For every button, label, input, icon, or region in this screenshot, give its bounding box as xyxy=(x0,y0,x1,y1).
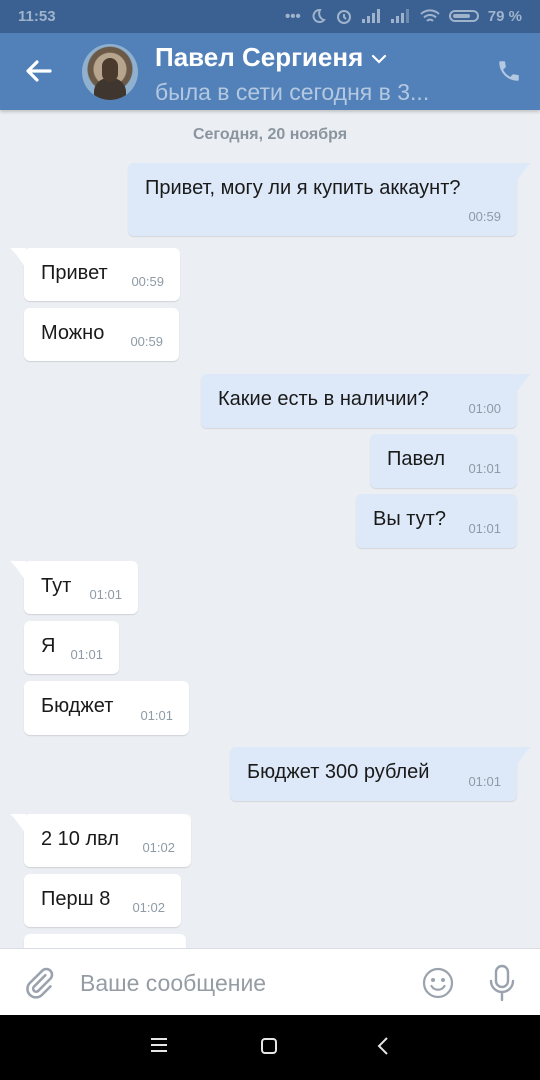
message-time: 01:01 xyxy=(468,461,501,476)
battery-percent: 79 % xyxy=(487,7,522,25)
status-time: 11:53 xyxy=(18,8,56,25)
message-time: 01:01 xyxy=(468,521,501,536)
message-time: 01:00 xyxy=(468,401,501,416)
message-time: 01:01 xyxy=(70,647,103,662)
incoming-message[interactable]: Тут 01:01 xyxy=(24,561,138,614)
message-time: 01:02 xyxy=(142,840,175,855)
incoming-message[interactable]: Можно 00:59 xyxy=(24,308,179,361)
date-separator: Сегодня, 20 ноября xyxy=(192,126,348,143)
message-text: Бюджет 300 рублей xyxy=(247,761,430,783)
chat-header: Павел Сергиеня была в сети сегодня в 3..… xyxy=(0,33,540,110)
message-text: 2 10 лвл xyxy=(41,828,119,850)
message-text: Я xyxy=(41,635,56,657)
bubble-tail xyxy=(10,248,26,268)
message-text: Можно xyxy=(41,322,105,344)
bubble-tail xyxy=(515,163,531,183)
message-text: Привет xyxy=(41,262,108,284)
outgoing-message[interactable]: Привет, могу ли я купить аккаунт? 00:59 xyxy=(128,163,517,236)
message-input[interactable] xyxy=(78,964,402,1002)
message-time: 00:59 xyxy=(130,334,163,349)
outgoing-message[interactable]: Бюджет 300 рублей 01:01 xyxy=(230,747,517,801)
message-time: 00:59 xyxy=(468,209,501,224)
microphone-icon[interactable] xyxy=(487,964,517,1002)
incoming-message[interactable]: 2 10 лвл 01:02 xyxy=(24,814,191,867)
smiley-icon[interactable] xyxy=(421,966,455,1000)
contact-name[interactable]: Павел Сергиеня xyxy=(155,42,387,73)
message-time: 01:01 xyxy=(468,774,501,789)
bubble-tail xyxy=(10,561,26,581)
outgoing-message[interactable]: Павел 01:01 xyxy=(370,434,517,488)
signal-icon xyxy=(361,9,380,23)
last-seen-status: была в сети сегодня в 3... xyxy=(155,79,430,105)
alarm-icon xyxy=(336,10,351,24)
incoming-message[interactable]: Привет 00:59 xyxy=(24,248,180,301)
status-icons: ••• 79 % xyxy=(285,7,522,25)
chevron-down-icon xyxy=(372,55,387,64)
back-arrow-icon[interactable] xyxy=(20,55,56,87)
signal-2-icon xyxy=(390,9,409,23)
incoming-message[interactable]: Я 01:01 xyxy=(24,621,119,674)
bubble-tail xyxy=(515,374,531,394)
message-text: Перш 8 xyxy=(41,888,111,910)
message-time: 01:01 xyxy=(89,587,122,602)
system-nav-bar xyxy=(0,1015,540,1080)
message-text: Какие есть в наличии? xyxy=(218,388,429,410)
incoming-message[interactable]: Бюджет 01:01 xyxy=(24,681,189,735)
moon-icon xyxy=(312,9,326,23)
outgoing-message[interactable]: Вы тут? 01:01 xyxy=(356,494,517,548)
more-dots-icon: ••• xyxy=(285,7,301,25)
battery-icon xyxy=(448,10,479,22)
message-text: Привет, могу ли я купить аккаунт? xyxy=(145,177,461,199)
contact-avatar[interactable] xyxy=(82,44,138,100)
status-bar: 11:53 ••• 79 % xyxy=(0,0,540,33)
message-time: 00:59 xyxy=(131,274,164,289)
message-text: Бюджет xyxy=(41,695,114,717)
message-text: Вы тут? xyxy=(373,508,446,530)
menu-icon[interactable] xyxy=(150,1037,168,1053)
outgoing-message[interactable]: Какие есть в наличии? 01:00 xyxy=(201,374,517,428)
paperclip-icon[interactable] xyxy=(22,966,56,1000)
message-time: 01:02 xyxy=(132,900,165,915)
message-composer xyxy=(0,948,540,1016)
contact-name-text: Павел Сергиеня xyxy=(155,42,364,72)
bubble-tail xyxy=(10,814,26,834)
incoming-message[interactable]: Перш 8 01:02 xyxy=(24,874,181,927)
bubble-tail xyxy=(515,747,531,767)
phone-icon[interactable] xyxy=(496,58,522,84)
back-icon[interactable] xyxy=(376,1037,390,1055)
wifi-icon xyxy=(420,8,440,22)
home-icon[interactable] xyxy=(260,1037,278,1055)
message-text: Павел xyxy=(387,448,446,470)
message-time: 01:01 xyxy=(140,708,173,723)
message-text: Тут xyxy=(41,575,72,597)
